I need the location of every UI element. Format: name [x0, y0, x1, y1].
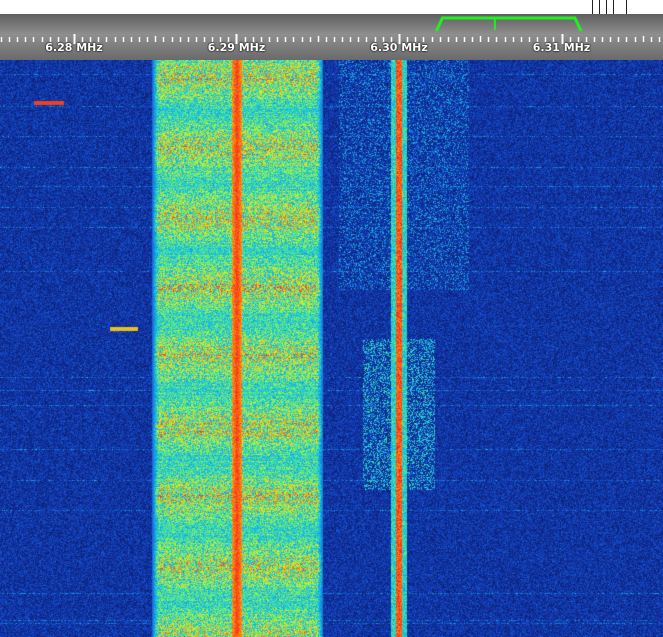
freq-label-6-31: 6.31 MHz [532, 41, 591, 54]
marker-line [599, 0, 600, 14]
passband-indicator[interactable] [435, 16, 583, 32]
frequency-scale[interactable]: 6.28 MHz 6.29 MHz 6.30 MHz 6.31 MHz [0, 14, 663, 60]
waterfall-canvas[interactable] [0, 60, 663, 637]
marker-line [606, 0, 607, 14]
waterfall-display[interactable] [0, 60, 663, 637]
freq-label-6-30: 6.30 MHz [370, 41, 428, 54]
freq-label-6-28: 6.28 MHz [45, 41, 103, 54]
marker-line [626, 0, 627, 14]
marker-line [592, 0, 593, 14]
marker-line [613, 0, 614, 14]
top-strip [0, 0, 663, 14]
freq-label-6-29: 6.29 MHz [207, 41, 266, 54]
